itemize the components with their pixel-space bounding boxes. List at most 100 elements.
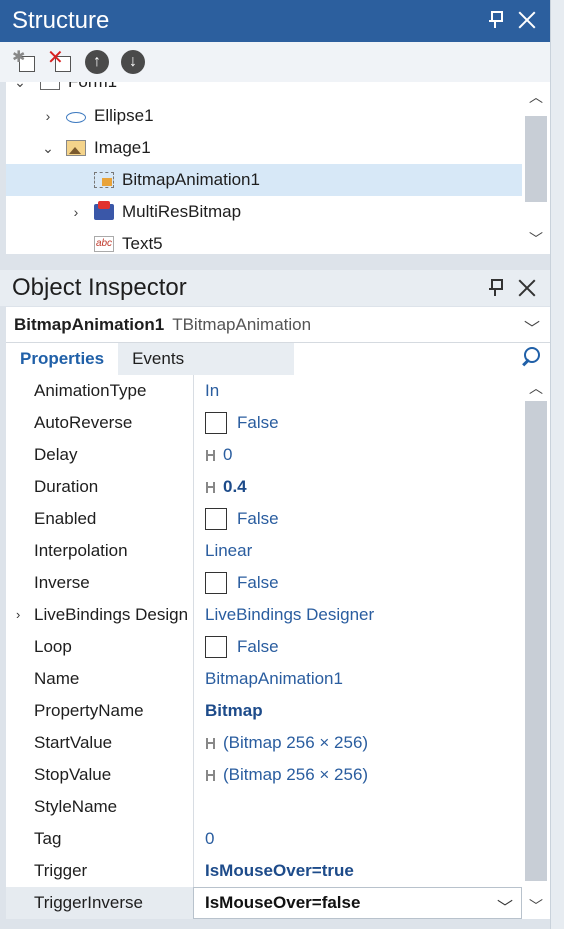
tree-item-image1[interactable]: ⌄ Image1 [6,132,522,164]
property-value[interactable]: False [193,631,522,663]
chevron-right-icon[interactable]: › [16,607,20,622]
property-value[interactable]: In [193,375,522,407]
tree-item-form1[interactable]: ⌄ Form1 [6,82,522,98]
adjacent-panel-edge [550,0,564,929]
scroll-down-icon[interactable]: ﹀ [522,895,550,917]
property-value[interactable]: IsMouseOver=true [193,855,522,887]
move-down-button[interactable]: ↓ [120,49,146,75]
property-row[interactable]: Name BitmapAnimation1 [6,663,522,695]
property-value[interactable]: False [193,407,522,439]
object-selector[interactable]: BitmapAnimation1 TBitmapAnimation ﹀ [6,307,550,343]
property-value-text: False [237,509,279,528]
delete-item-button[interactable]: ✕ [47,47,74,75]
tree-item-label: BitmapAnimation1 [122,170,260,189]
tab-properties[interactable]: Properties [6,343,119,375]
property-row[interactable]: StyleName [6,791,522,823]
property-value[interactable]: LiveBindings Designer [193,599,522,631]
search-icon[interactable] [520,347,540,367]
checkbox[interactable] [205,412,227,434]
scroll-up-icon[interactable]: ︿ [522,377,550,399]
property-row[interactable]: Delay 0 [6,439,522,471]
form-icon [40,82,60,90]
property-name: Enabled [6,503,193,535]
checkbox[interactable] [205,572,227,594]
chevron-right-icon[interactable]: › [70,204,82,220]
property-value[interactable]: 0 [193,823,522,855]
property-value[interactable]: Bitmap [193,695,522,727]
property-row[interactable]: › LiveBindings Design LiveBindings Designe… [6,599,522,631]
property-name-label: Tag [34,829,62,848]
structure-scrollbar[interactable]: ︿ ﹀ [522,82,550,254]
property-value-text: 0.4 [223,477,247,496]
tree-item-label: Image1 [94,138,151,157]
property-name: StartValue [6,727,193,759]
inspector-title-bar: Object Inspector [0,270,550,306]
property-name: AutoReverse [6,407,193,439]
bitmap-animation-icon [94,172,114,188]
tree-item-bitmapanimation1[interactable]: BitmapAnimation1 [6,164,522,196]
scroll-down-icon[interactable]: ﹀ [522,228,550,250]
property-row[interactable]: AutoReverse False [6,407,522,439]
chevron-right-icon[interactable]: › [42,108,54,124]
property-value[interactable]: (Bitmap 256 × 256) [193,727,522,759]
property-row[interactable]: TriggerInverse IsMouseOver=false ﹀ [6,887,522,919]
property-row[interactable]: PropertyName Bitmap [6,695,522,727]
property-row[interactable]: AnimationType In [6,375,522,407]
tree-item-text5[interactable]: abc Text5 [6,228,522,254]
tree-item-ellipse1[interactable]: › Ellipse1 [6,100,522,132]
property-value[interactable]: 0.4 [193,471,522,503]
property-value[interactable]: 0 [193,439,522,471]
chevron-down-icon[interactable]: ﹀ [497,894,513,918]
multiresbitmap-icon [94,201,114,220]
checkbox[interactable] [205,508,227,530]
tab-events[interactable]: Events [118,343,198,375]
property-value-text: 0 [223,445,233,464]
chevron-down-icon[interactable]: ﹀ [524,315,540,339]
property-row[interactable]: Interpolation Linear [6,535,522,567]
property-value[interactable]: IsMouseOver=false ﹀ [193,887,522,919]
tree-item-label: Ellipse1 [94,106,154,125]
property-name-label: Name [34,669,80,688]
property-value[interactable]: (Bitmap 256 × 256) [193,759,522,791]
property-value[interactable]: False [193,567,522,599]
tree-item-label: MultiResBitmap [122,202,242,221]
property-name-label: Loop [34,637,72,656]
close-icon[interactable] [518,11,536,29]
structure-tree: ⌄ Form1 › Ellipse1 ⌄ Image1 BitmapAnimat… [6,82,522,254]
close-icon[interactable] [518,279,536,297]
property-search-input[interactable] [294,343,550,375]
property-row[interactable]: Trigger IsMouseOver=true [6,855,522,887]
inspector-scrollbar[interactable]: ︿ ﹀ [522,375,550,919]
property-name: PropertyName [6,695,193,727]
property-value[interactable]: Linear [193,535,522,567]
scroll-thumb[interactable] [525,116,547,202]
property-value[interactable]: False [193,503,522,535]
property-row[interactable]: Tag 0 [6,823,522,855]
property-row[interactable]: Duration 0.4 [6,471,522,503]
property-row[interactable]: StartValue (Bitmap 256 × 256) [6,727,522,759]
structure-title: Structure [12,7,110,34]
property-row[interactable]: Enabled False [6,503,522,535]
pin-icon[interactable] [488,10,503,30]
scroll-up-icon[interactable]: ︿ [522,86,550,108]
scroll-thumb[interactable] [525,401,547,881]
pin-icon[interactable] [488,278,503,298]
new-item-button[interactable]: ✱ [12,49,38,75]
property-value[interactable]: BitmapAnimation1 [193,663,522,695]
chevron-down-icon[interactable]: ⌄ [14,82,26,91]
inspector-tabs: Properties Events [6,343,550,375]
property-row[interactable]: Inverse False [6,567,522,599]
property-value[interactable] [193,791,522,823]
tree-item-multiresbitmap[interactable]: › MultiResBitmap [6,196,522,228]
property-row[interactable]: StopValue (Bitmap 256 × 256) [6,759,522,791]
property-editor-icon [205,736,217,750]
checkbox[interactable] [205,636,227,658]
property-value-text: IsMouseOver=true [205,861,354,880]
property-row[interactable]: Loop False [6,631,522,663]
move-up-button[interactable]: ↑ [84,49,110,75]
object-name: BitmapAnimation1 [14,314,165,334]
property-name: Duration [6,471,193,503]
chevron-down-icon[interactable]: ⌄ [42,140,54,157]
property-name-label: Interpolation [34,541,128,560]
property-name: StopValue [6,759,193,791]
